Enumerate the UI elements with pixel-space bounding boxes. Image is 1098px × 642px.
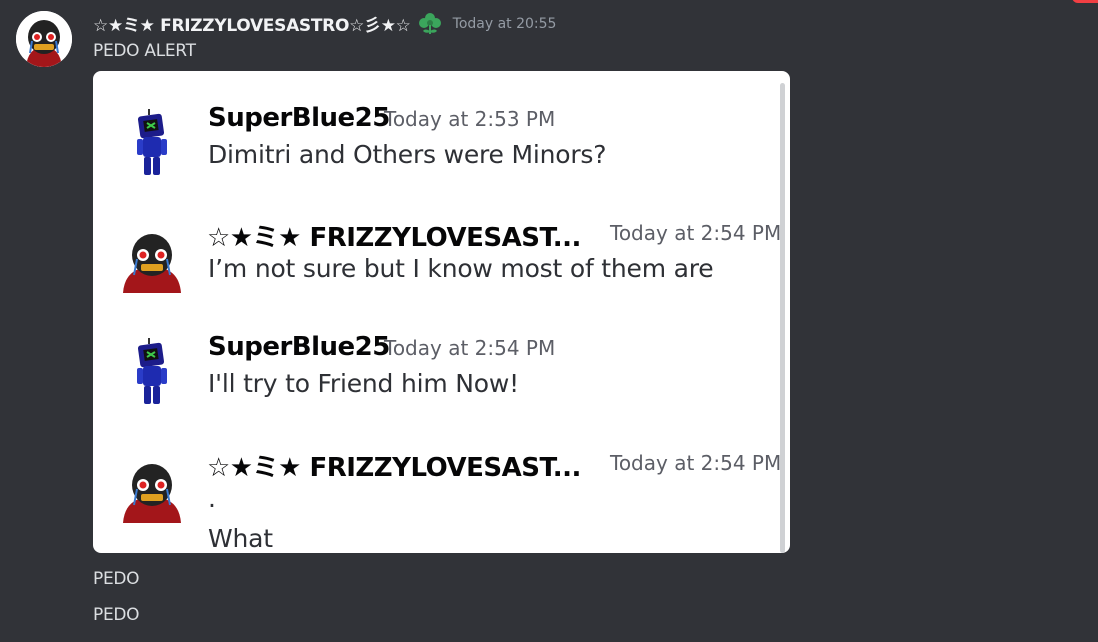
attachment-message: ☆★ミ★ FRIZZYLOVESAST... Today at 2:54 PM … xyxy=(93,447,783,553)
attachment-time: Today at 2:54 PM xyxy=(384,336,556,360)
attachment-line: What xyxy=(208,524,273,553)
attachment-line: Dimitri and Others were Minors? xyxy=(208,140,607,169)
image-attachment[interactable]: SuperBlue25 Today at 2:53 PM Dimitri and… xyxy=(93,71,790,553)
attachment-author: ☆★ミ★ FRIZZYLOVESAST... xyxy=(207,223,581,253)
notification-badge xyxy=(1072,0,1098,3)
author-name[interactable]: ☆★ミ★ FRIZZYLOVESASTRO☆彡★☆ xyxy=(93,11,411,36)
message-text: PEDO xyxy=(93,605,140,625)
attachment-message: SuperBlue25 Today at 2:54 PM I'll try to… xyxy=(93,332,783,442)
attachment-author: ☆★ミ★ FRIZZYLOVESAST... xyxy=(207,453,581,483)
author-avatar[interactable] xyxy=(16,11,72,67)
attachment-line: I’m not sure but I know most of them are xyxy=(208,254,714,283)
attachment-time: Today at 2:54 PM xyxy=(610,221,782,245)
attachment-line: . xyxy=(208,484,216,513)
message-header: ☆★ミ★ FRIZZYLOVESASTRO☆彡★☆ Today at 20:55 xyxy=(93,9,556,37)
attachment-message: SuperBlue25 Today at 2:53 PM Dimitri and… xyxy=(93,103,783,213)
attachment-time: Today at 2:54 PM xyxy=(610,451,782,475)
attachment-time: Today at 2:53 PM xyxy=(384,107,556,131)
message-timestamp[interactable]: Today at 20:55 xyxy=(453,16,557,32)
blue-robot-avatar xyxy=(117,107,187,187)
masked-character-avatar xyxy=(117,223,187,303)
attachment-line: I'll try to Friend him Now! xyxy=(208,369,519,398)
message-text: PEDO ALERT xyxy=(93,41,196,61)
flower-icon[interactable] xyxy=(417,11,443,35)
masked-character-avatar xyxy=(117,453,187,533)
blue-robot-avatar xyxy=(117,336,187,416)
attachment-author: SuperBlue25 xyxy=(208,332,390,362)
message-text: PEDO xyxy=(93,569,140,589)
attachment-message: ☆★ミ★ FRIZZYLOVESAST... Today at 2:54 PM … xyxy=(93,217,783,327)
attachment-author: SuperBlue25 xyxy=(208,103,390,133)
